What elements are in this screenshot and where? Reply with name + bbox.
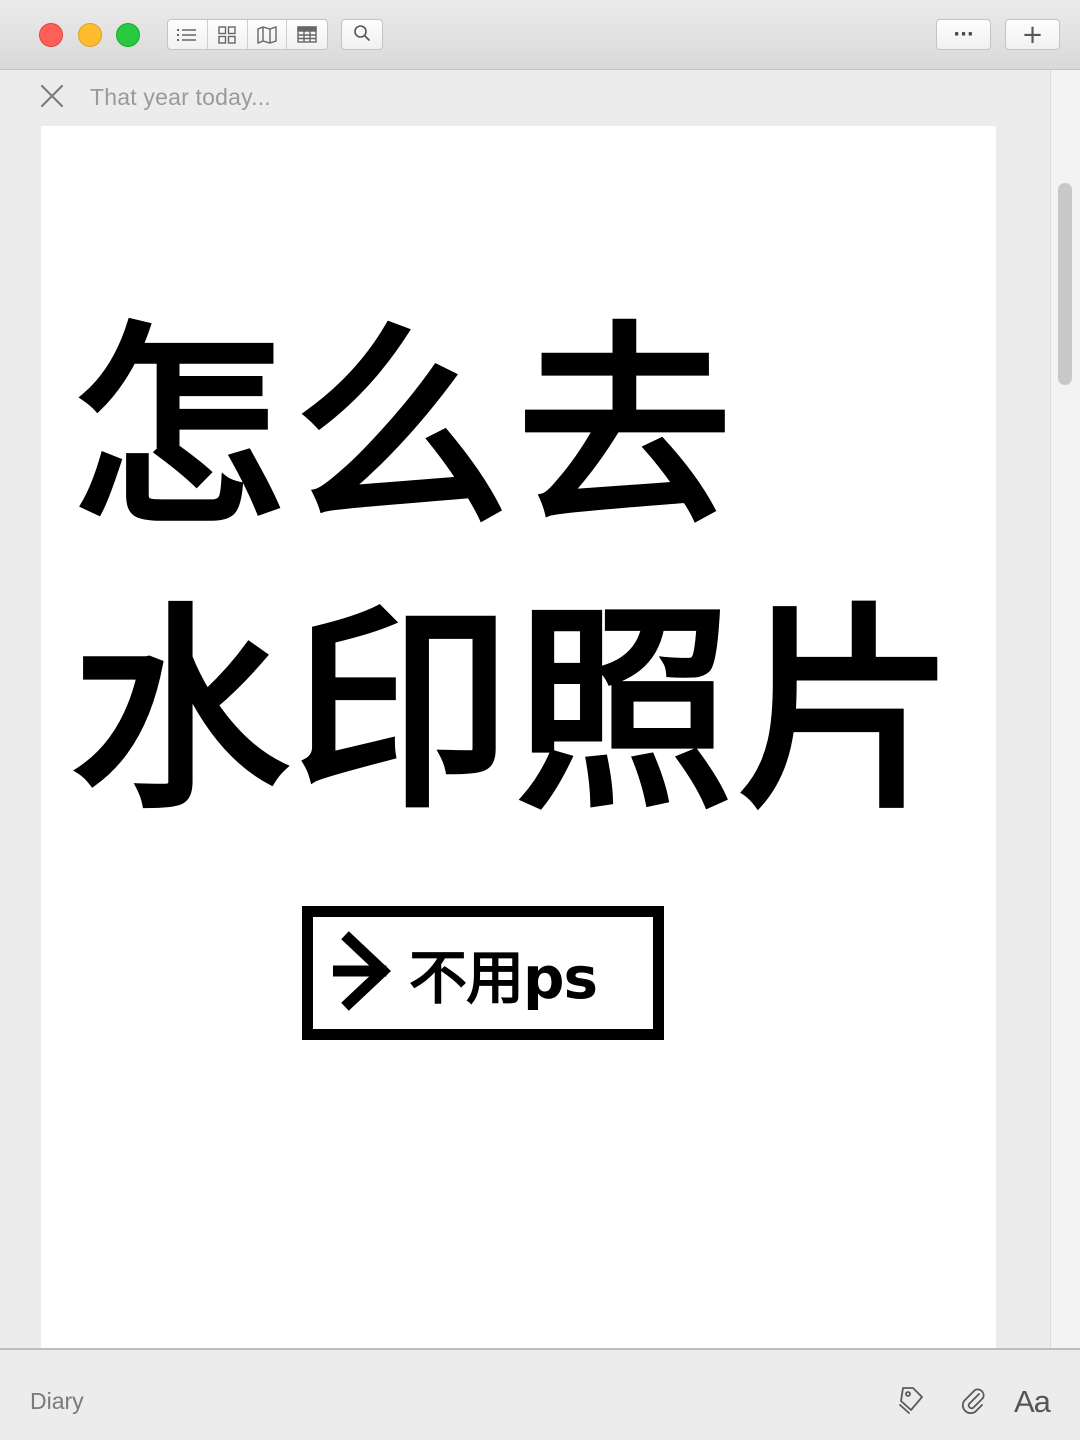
more-button[interactable]: ··· [936,19,991,50]
add-entry-button[interactable]: + [1005,19,1060,50]
font-settings-button[interactable]: Aa [1014,1384,1051,1420]
entry-footer: Diary Aa [0,1348,1080,1440]
headline-line-2: 水印照片 [71,586,959,839]
search-icon [353,24,371,46]
calendar-view-icon [297,26,317,43]
scrollbar-track[interactable] [1050,70,1080,1348]
grid-view-button[interactable] [208,20,248,49]
close-icon [40,84,64,112]
scrollbar-thumb[interactable] [1058,183,1072,385]
map-view-button[interactable] [248,20,288,49]
entry-header: That year today... [0,70,1050,126]
entry-title[interactable]: That year today... [90,84,271,111]
journal-selector[interactable]: Diary [30,1388,84,1415]
calendar-view-button[interactable] [287,20,327,49]
close-entry-button[interactable] [36,82,68,114]
tag-box: 不用ps [302,906,664,1040]
window-close-button[interactable] [39,23,63,47]
window-maximize-button[interactable] [116,23,140,47]
attach-button[interactable] [959,1384,987,1418]
headline-line-1: 怎么去 [71,303,740,554]
list-view-icon [177,27,197,43]
window-minimize-button[interactable] [78,23,102,47]
tag-button[interactable] [897,1384,925,1418]
tag-icon [897,1384,925,1418]
list-view-button[interactable] [168,20,208,49]
view-switcher [167,19,328,50]
grid-view-icon [218,25,236,44]
window-titlebar: ··· + [0,0,1080,70]
paperclip-icon [959,1384,987,1418]
arrow-right-icon [329,931,395,1015]
tag-text: 不用ps [409,944,598,1012]
entry-page[interactable]: 怎么去 水印照片 不用ps [41,126,996,1348]
search-button[interactable] [341,19,383,50]
map-view-icon [257,25,277,44]
